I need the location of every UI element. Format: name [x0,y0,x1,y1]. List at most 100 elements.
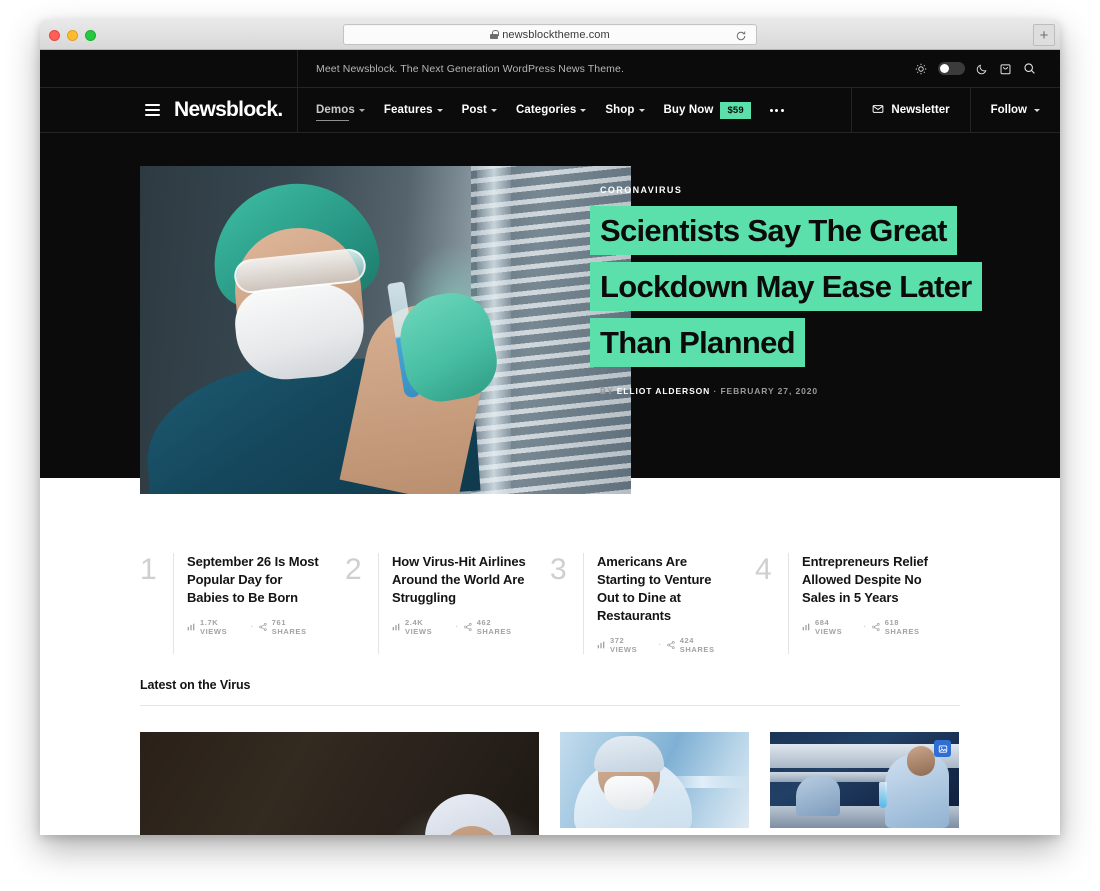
lock-icon [490,30,499,39]
trending-item[interactable]: 3 Americans Are Starting to Venture Out … [550,553,755,654]
hero-category[interactable]: CORONAVIRUS [590,185,1020,195]
tagline-area: Meet Newsblock. The Next Generation Word… [298,50,915,87]
share-icon [464,622,472,631]
trending-meta: 2.4K VIEWS · 462 SHARES [392,618,526,636]
shopping-bag-icon[interactable] [999,62,1012,75]
article-thumbnail[interactable] [770,732,959,828]
trending-rank: 3 [550,553,567,586]
maximize-window-button[interactable] [85,30,96,41]
chevron-down-icon [358,108,365,112]
trending-title[interactable]: How Virus-Hit Airlines Around the World … [392,553,526,607]
brand-area: Newsblock. [40,88,298,132]
trending-title[interactable]: Entrepreneurs Relief Allowed Despite No … [802,553,936,607]
meta-separator: · [658,640,662,650]
nav-item-features[interactable]: Features [384,100,443,120]
views-count: 684 VIEWS [815,617,843,636]
chevron-down-icon [1034,108,1040,112]
photo-vial [879,782,887,808]
site-tagline: Meet Newsblock. The Next Generation Word… [316,62,624,75]
shares-count: 761 SHARES [271,617,307,636]
hero-headline[interactable]: Scientists Say The Great Lockdown May Ea… [590,206,1020,374]
photo-head [907,746,935,776]
hero-headline-line: Than Planned [590,318,805,367]
meta-separator: · [863,622,867,632]
chevron-down-icon [638,108,645,112]
more-menu-icon[interactable] [769,108,784,112]
hero-headline-line: Lockdown May Ease Later [590,262,982,311]
window-controls[interactable] [49,30,96,41]
gallery-icon [934,740,951,757]
trending-rank: 1 [140,553,157,586]
nav-label: Categories [515,104,577,116]
nav-item-post[interactable]: Post [462,100,497,120]
byline-author[interactable]: ELLIOT ALDERSON [617,386,710,396]
site-logo[interactable]: Newsblock. [174,98,283,122]
browser-toolbar: newsblocktheme.com + [40,20,1060,50]
trending-rank: 4 [755,553,772,586]
trending-meta: 1.7K VIEWS · 761 SHARES [187,618,321,636]
trending-body: How Virus-Hit Airlines Around the World … [378,553,526,654]
nav-label: Shop [605,104,635,116]
hero-image[interactable] [140,166,631,494]
trending-rank: 2 [345,553,362,586]
chevron-down-icon [436,108,443,112]
views-icon [802,623,810,631]
meta-separator: · [455,622,459,632]
thumbnail-photo [770,732,959,828]
share-icon [871,622,880,631]
newsletter-button[interactable]: Newsletter [851,88,969,132]
photo-respirator [604,776,654,810]
hero-byline: BY ELLIOT ALDERSON · FEBRUARY 27, 2020 [590,386,1020,396]
share-icon [666,640,675,649]
thumbnail-photo [140,732,539,835]
sun-icon[interactable] [915,63,927,75]
thumbnail-photo [560,732,749,828]
views-count: 372 VIEWS [610,635,638,654]
utility-icons [915,50,1060,87]
nav-item-categories[interactable]: Categories [515,100,587,120]
trending-item[interactable]: 1 September 26 Is Most Popular Day for B… [140,553,345,654]
moon-icon[interactable] [976,63,988,75]
trending-item[interactable]: 2 How Virus-Hit Airlines Around the Worl… [345,553,550,654]
article-card[interactable]: CORONAVIRUS [560,732,749,835]
chevron-down-icon [580,108,587,112]
article-thumbnail[interactable] [560,732,749,828]
trending-title[interactable]: Americans Are Starting to Venture Out to… [597,553,731,625]
new-tab-button[interactable]: + [1033,24,1055,46]
follow-button[interactable]: Follow [969,88,1060,132]
price-badge: $59 [720,101,751,119]
shares-count: 424 SHARES [679,635,715,654]
header-utility-bar: Meet Newsblock. The Next Generation Word… [40,50,1060,88]
nav-item-demos[interactable]: Demos [316,100,365,121]
address-bar[interactable]: newsblocktheme.com [343,24,757,45]
nav-item-buy-now[interactable]: Buy Now $59 [664,98,751,123]
shares-count: 462 SHARES [476,617,512,636]
trending-body: Entrepreneurs Relief Allowed Despite No … [788,553,936,654]
trending-item[interactable]: 4 Entrepreneurs Relief Allowed Despite N… [755,553,960,654]
article-card[interactable]: CORONAVIRUS [770,732,959,835]
trending-section: 1 September 26 Is Most Popular Day for B… [40,478,1060,654]
article-thumbnail[interactable] [140,732,539,835]
nav-item-shop[interactable]: Shop [605,100,645,120]
search-icon[interactable] [1023,62,1036,75]
share-icon [259,622,267,631]
hamburger-icon[interactable] [145,104,160,116]
views-count: 1.7K VIEWS [200,617,228,636]
primary-navigation: Demos Features Post Categories Shop Buy … [298,88,851,132]
envelope-icon [872,103,884,118]
browser-window: newsblocktheme.com + Meet Newsblock. The… [40,20,1060,835]
close-window-button[interactable] [49,30,60,41]
section-title: Latest on the Virus [140,678,251,692]
byline-date: FEBRUARY 27, 2020 [720,386,818,396]
latest-section: Latest on the Virus [40,678,1060,835]
section-divider [140,705,960,706]
minimize-window-button[interactable] [67,30,78,41]
reload-icon[interactable] [735,29,747,41]
photo-hood [594,736,664,772]
theme-toggle[interactable] [938,62,965,75]
trending-meta: 372 VIEWS · 424 SHARES [597,636,731,654]
address-bar-content: newsblocktheme.com [490,29,610,41]
article-card[interactable] [140,732,539,835]
trending-title[interactable]: September 26 Is Most Popular Day for Bab… [187,553,321,607]
views-count: 2.4K VIEWS [405,617,433,636]
